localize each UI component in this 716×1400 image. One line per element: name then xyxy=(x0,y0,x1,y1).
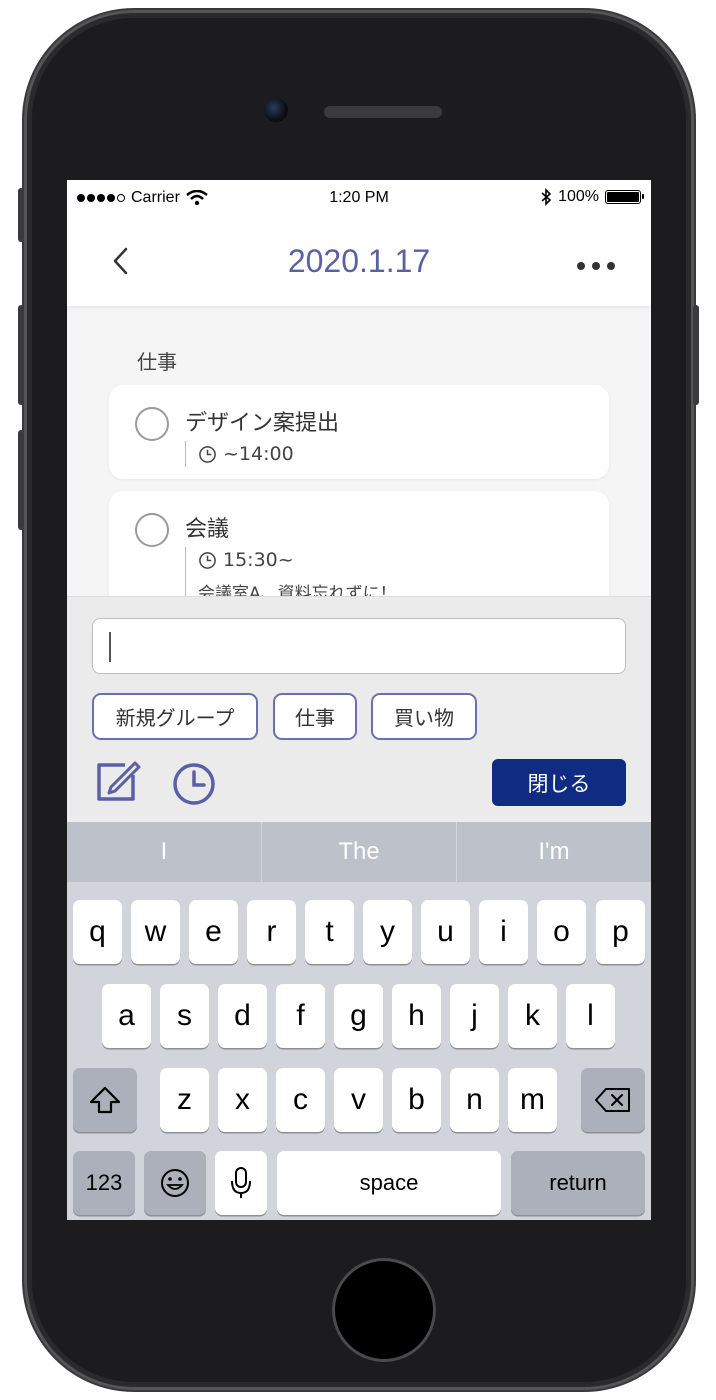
key-r[interactable]: r xyxy=(247,900,296,964)
key-w[interactable]: w xyxy=(131,900,180,964)
group-label: 仕事 xyxy=(137,350,177,374)
key-s[interactable]: s xyxy=(160,984,209,1048)
backspace-icon xyxy=(595,1088,630,1112)
key-x[interactable]: x xyxy=(218,1068,267,1132)
edit-note-icon[interactable] xyxy=(95,757,141,803)
task-time: ~14:00 xyxy=(223,443,294,465)
key-y[interactable]: y xyxy=(363,900,412,964)
key-p[interactable]: p xyxy=(596,900,645,964)
task-checkbox[interactable] xyxy=(135,407,169,441)
key-a[interactable]: a xyxy=(102,984,151,1048)
key-e[interactable]: e xyxy=(189,900,238,964)
return-key[interactable]: return xyxy=(511,1151,645,1215)
key-m[interactable]: m xyxy=(508,1068,557,1132)
emoji-icon xyxy=(161,1169,189,1197)
more-options-icon[interactable] xyxy=(577,262,615,270)
clock-icon[interactable] xyxy=(171,761,217,807)
battery-percent: 100% xyxy=(558,188,599,205)
chip-work[interactable]: 仕事 xyxy=(273,693,357,740)
home-button[interactable] xyxy=(332,1258,436,1362)
task-checkbox[interactable] xyxy=(135,513,169,547)
key-g[interactable]: g xyxy=(334,984,383,1048)
key-n[interactable]: n xyxy=(450,1068,499,1132)
key-z[interactable]: z xyxy=(160,1068,209,1132)
suggestion-item[interactable]: I xyxy=(67,822,262,882)
task-card[interactable]: デザイン案提出 ~14:00 xyxy=(109,385,609,479)
volume-down-button xyxy=(18,430,24,530)
task-time-row: 15:30~ xyxy=(198,547,397,573)
key-l[interactable]: l xyxy=(566,984,615,1048)
task-time: 15:30~ xyxy=(223,549,294,571)
screen: Carrier 1:20 PM 100% 2020.1.17 仕事 デザイン案提… xyxy=(67,180,651,1220)
text-caret xyxy=(109,632,111,662)
space-key[interactable]: space xyxy=(277,1151,501,1215)
key-c[interactable]: c xyxy=(276,1068,325,1132)
key-k[interactable]: k xyxy=(508,984,557,1048)
power-button xyxy=(693,305,699,405)
key-f[interactable]: f xyxy=(276,984,325,1048)
task-text-input[interactable] xyxy=(92,618,626,674)
page-title: 2020.1.17 xyxy=(287,243,431,279)
shift-arrow-icon xyxy=(89,1086,121,1114)
emoji-key[interactable] xyxy=(144,1151,206,1215)
numbers-key[interactable]: 123 xyxy=(73,1151,135,1215)
chip-shopping[interactable]: 買い物 xyxy=(371,693,477,740)
earpiece-speaker xyxy=(324,106,442,118)
chip-new-group[interactable]: 新規グループ xyxy=(92,693,258,740)
dictation-key[interactable] xyxy=(215,1151,267,1215)
key-t[interactable]: t xyxy=(305,900,354,964)
input-panel: 新規グループ 仕事 買い物 閉じる xyxy=(67,596,651,822)
keyboard-suggestions: I The I'm xyxy=(67,822,651,882)
delete-key[interactable] xyxy=(581,1068,645,1132)
key-d[interactable]: d xyxy=(218,984,267,1048)
status-right: 100% xyxy=(540,188,644,206)
keyboard: I The I'm q w e r t y u i o p a s d f g … xyxy=(67,822,651,1220)
bluetooth-icon xyxy=(541,188,552,206)
key-u[interactable]: u xyxy=(421,900,470,964)
task-time-row: ~14:00 xyxy=(198,441,294,467)
task-meta: ~14:00 xyxy=(185,441,294,467)
clock-icon xyxy=(199,551,216,569)
key-j[interactable]: j xyxy=(450,984,499,1048)
mute-switch xyxy=(18,188,24,242)
front-camera xyxy=(264,98,288,122)
task-title: 会議 xyxy=(185,517,230,542)
key-q[interactable]: q xyxy=(73,900,122,964)
clock-icon xyxy=(199,445,216,463)
key-o[interactable]: o xyxy=(537,900,586,964)
battery-icon xyxy=(605,190,644,204)
nav-bar: 2020.1.17 xyxy=(67,216,651,306)
suggestion-item[interactable]: I'm xyxy=(457,822,651,882)
key-h[interactable]: h xyxy=(392,984,441,1048)
status-bar: Carrier 1:20 PM 100% xyxy=(67,180,651,216)
task-card[interactable]: 会議 15:30~ 会議室A、資料忘れずに！ xyxy=(109,491,609,611)
suggestion-item[interactable]: The xyxy=(262,822,457,882)
key-v[interactable]: v xyxy=(334,1068,383,1132)
close-button[interactable]: 閉じる xyxy=(492,759,626,806)
key-b[interactable]: b xyxy=(392,1068,441,1132)
shift-key[interactable] xyxy=(73,1068,137,1132)
key-i[interactable]: i xyxy=(479,900,528,964)
volume-up-button xyxy=(18,305,24,405)
task-title: デザイン案提出 xyxy=(185,411,340,436)
microphone-icon xyxy=(231,1167,251,1198)
